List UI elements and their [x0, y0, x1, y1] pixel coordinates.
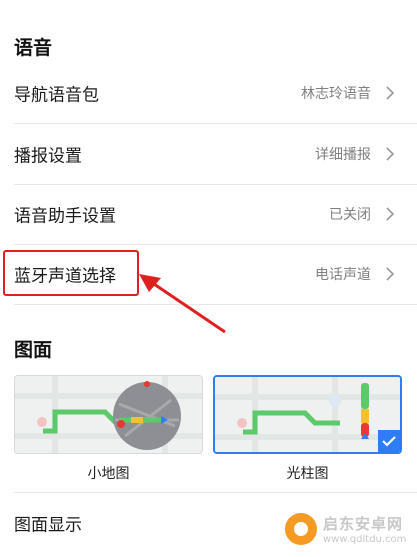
- selected-check: [378, 430, 400, 452]
- map-display-label: 图面显示: [14, 515, 82, 536]
- voice-package-row[interactable]: 导航语音包 林志玲语音: [0, 63, 417, 123]
- voice-assistant-row[interactable]: 语音助手设置 已关闭: [0, 184, 417, 244]
- voice-package-label: 导航语音包: [14, 85, 99, 106]
- voice-section-title: 语音: [14, 37, 53, 59]
- annotation-highlight-box: [3, 250, 139, 296]
- watermark-text: 启东安卓网: [323, 515, 404, 533]
- light-column-option[interactable]: [213, 375, 402, 454]
- watermark-logo: [285, 513, 317, 545]
- map-section-title: 图面: [14, 339, 53, 361]
- bluetooth-channel-value: 电话声道: [315, 267, 371, 283]
- voice-package-value: 林志玲语音: [301, 86, 371, 102]
- pointer-arrow-icon: [139, 274, 226, 334]
- chevron-right-icon: [386, 207, 395, 221]
- watermark: 启东安卓网 www.qdltdu.com: [283, 511, 413, 553]
- broadcast-settings-value: 详细播报: [315, 147, 371, 163]
- mini-map-label: 小地图: [87, 466, 130, 482]
- chevron-right-icon: [386, 267, 395, 281]
- broadcast-settings-label: 播报设置: [14, 146, 82, 167]
- voice-assistant-value: 已关闭: [329, 207, 371, 223]
- broadcast-settings-row[interactable]: 播报设置 详细播报: [0, 124, 417, 184]
- watermark-url: www.qdltdu.com: [323, 534, 407, 545]
- light-column-label: 光柱图: [286, 466, 329, 482]
- mini-map-preview: [15, 376, 202, 453]
- light-column-preview: [215, 377, 400, 452]
- voice-assistant-label: 语音助手设置: [14, 206, 116, 227]
- checkmark-icon: [382, 436, 396, 447]
- chevron-right-icon: [386, 86, 395, 100]
- chevron-right-icon: [386, 147, 395, 161]
- mini-map-option[interactable]: [14, 375, 203, 454]
